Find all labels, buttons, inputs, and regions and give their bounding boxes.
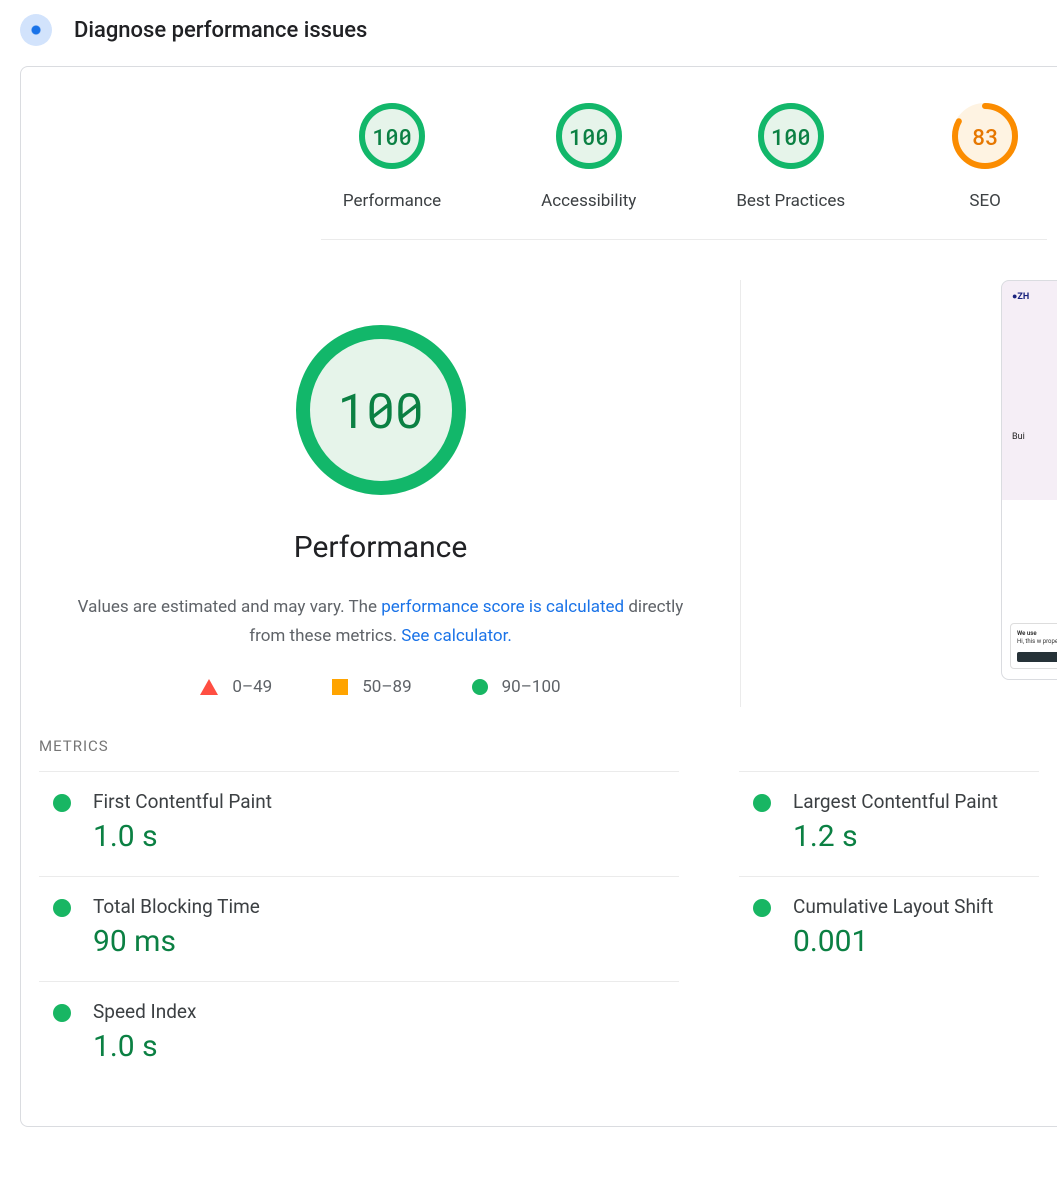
status-dot-icon xyxy=(753,794,771,812)
performance-summary: 100 Performance Values are estimated and… xyxy=(21,280,741,707)
metric-row: Largest Contentful Paint 1.2 s xyxy=(739,771,1039,876)
performance-description: Values are estimated and may vary. The p… xyxy=(71,593,691,651)
legend-average: 50–89 xyxy=(332,677,411,697)
thumb-cookie-title: We use xyxy=(1017,630,1037,637)
gauge-circle: 100 xyxy=(357,101,427,171)
gauge-best-practices[interactable]: 100 Best Practices xyxy=(736,101,845,211)
status-dot-icon xyxy=(53,899,71,917)
performance-score-link[interactable]: performance score is calculated xyxy=(381,597,624,617)
gauge-score: 100 xyxy=(756,101,826,171)
gauge-label: SEO xyxy=(969,191,1000,211)
category-gauges-row: 100 Performance 100 Accessibility xyxy=(321,67,1047,240)
metrics-column-left: First Contentful Paint 1.0 s Total Block… xyxy=(39,771,679,1086)
metric-title: Cumulative Layout Shift xyxy=(793,895,993,918)
gauge-label: Accessibility xyxy=(541,191,636,211)
triangle-icon xyxy=(200,679,218,695)
metric-title: Total Blocking Time xyxy=(93,895,260,918)
score-legend: 0–49 50–89 90–100 xyxy=(200,677,560,697)
metric-row: First Contentful Paint 1.0 s xyxy=(39,771,679,876)
legend-label: 0–49 xyxy=(232,677,272,697)
legend-label: 50–89 xyxy=(362,677,411,697)
thumb-text: Bui xyxy=(1012,432,1057,442)
gauge-label: Best Practices xyxy=(736,191,845,211)
page-header: Diagnose performance issues xyxy=(0,0,1057,66)
gauge-performance[interactable]: 100 Performance xyxy=(343,101,441,211)
legend-pass: 90–100 xyxy=(472,677,561,697)
metric-title: Speed Index xyxy=(93,1000,196,1023)
thumb-logo: ●ZH xyxy=(1012,291,1057,302)
metric-value: 1.0 s xyxy=(93,819,272,854)
legend-fail: 0–49 xyxy=(200,677,272,697)
page-screenshot-thumbnail: ●ZH Bui We use Hi, this w proper op how … xyxy=(1001,280,1057,680)
page-title: Diagnose performance issues xyxy=(74,18,367,43)
gauge-circle: 100 xyxy=(554,101,624,171)
gauge-circle: 100 xyxy=(756,101,826,171)
status-dot-icon xyxy=(53,1004,71,1022)
metric-value: 1.0 s xyxy=(93,1029,196,1064)
status-dot-icon xyxy=(753,899,771,917)
thumb-cookie-banner: We use Hi, this w proper op how you offe… xyxy=(1010,623,1057,669)
gauge-score: 100 xyxy=(554,101,624,171)
thumb-cookie-button xyxy=(1017,652,1057,662)
metrics-column-right: Largest Contentful Paint 1.2 s Cumulativ… xyxy=(739,771,1039,1086)
metric-title: Largest Contentful Paint xyxy=(793,790,998,813)
gauge-label: Performance xyxy=(343,191,441,211)
gauge-accessibility[interactable]: 100 Accessibility xyxy=(541,101,636,211)
report-card: 100 Performance 100 Accessibility xyxy=(20,66,1057,1127)
metric-row: Total Blocking Time 90 ms xyxy=(39,876,679,981)
gauge-score: 83 xyxy=(950,101,1020,171)
gauge-circle: 83 xyxy=(950,101,1020,171)
metric-row: Speed Index 1.0 s xyxy=(39,981,679,1086)
gauge-score: 100 xyxy=(357,101,427,171)
circle-icon xyxy=(472,679,488,695)
desc-text: Values are estimated and may vary. The xyxy=(78,597,382,617)
legend-label: 90–100 xyxy=(502,677,561,697)
performance-big-score: 100 xyxy=(291,320,471,500)
performance-big-gauge: 100 xyxy=(291,320,471,500)
metric-value: 0.001 xyxy=(793,924,993,959)
metric-row: Cumulative Layout Shift 0.001 xyxy=(739,876,1039,981)
metrics-grid: First Contentful Paint 1.0 s Total Block… xyxy=(21,771,1057,1086)
performance-section: 100 Performance Values are estimated and… xyxy=(21,240,1057,737)
diagnose-icon xyxy=(20,14,52,46)
metric-value: 1.2 s xyxy=(793,819,998,854)
metric-title: First Contentful Paint xyxy=(93,790,272,813)
gauge-seo[interactable]: 83 SEO xyxy=(945,101,1025,211)
status-dot-icon xyxy=(53,794,71,812)
metric-value: 90 ms xyxy=(93,924,260,959)
metrics-heading: METRICS xyxy=(21,737,1057,771)
thumb-cookie-body: Hi, this w proper op how you offer con xyxy=(1017,638,1057,645)
see-calculator-link[interactable]: See calculator. xyxy=(401,626,512,646)
square-icon xyxy=(332,679,348,695)
performance-title: Performance xyxy=(294,530,468,565)
screenshot-preview-area: ●ZH Bui We use Hi, this w proper op how … xyxy=(741,280,1057,707)
